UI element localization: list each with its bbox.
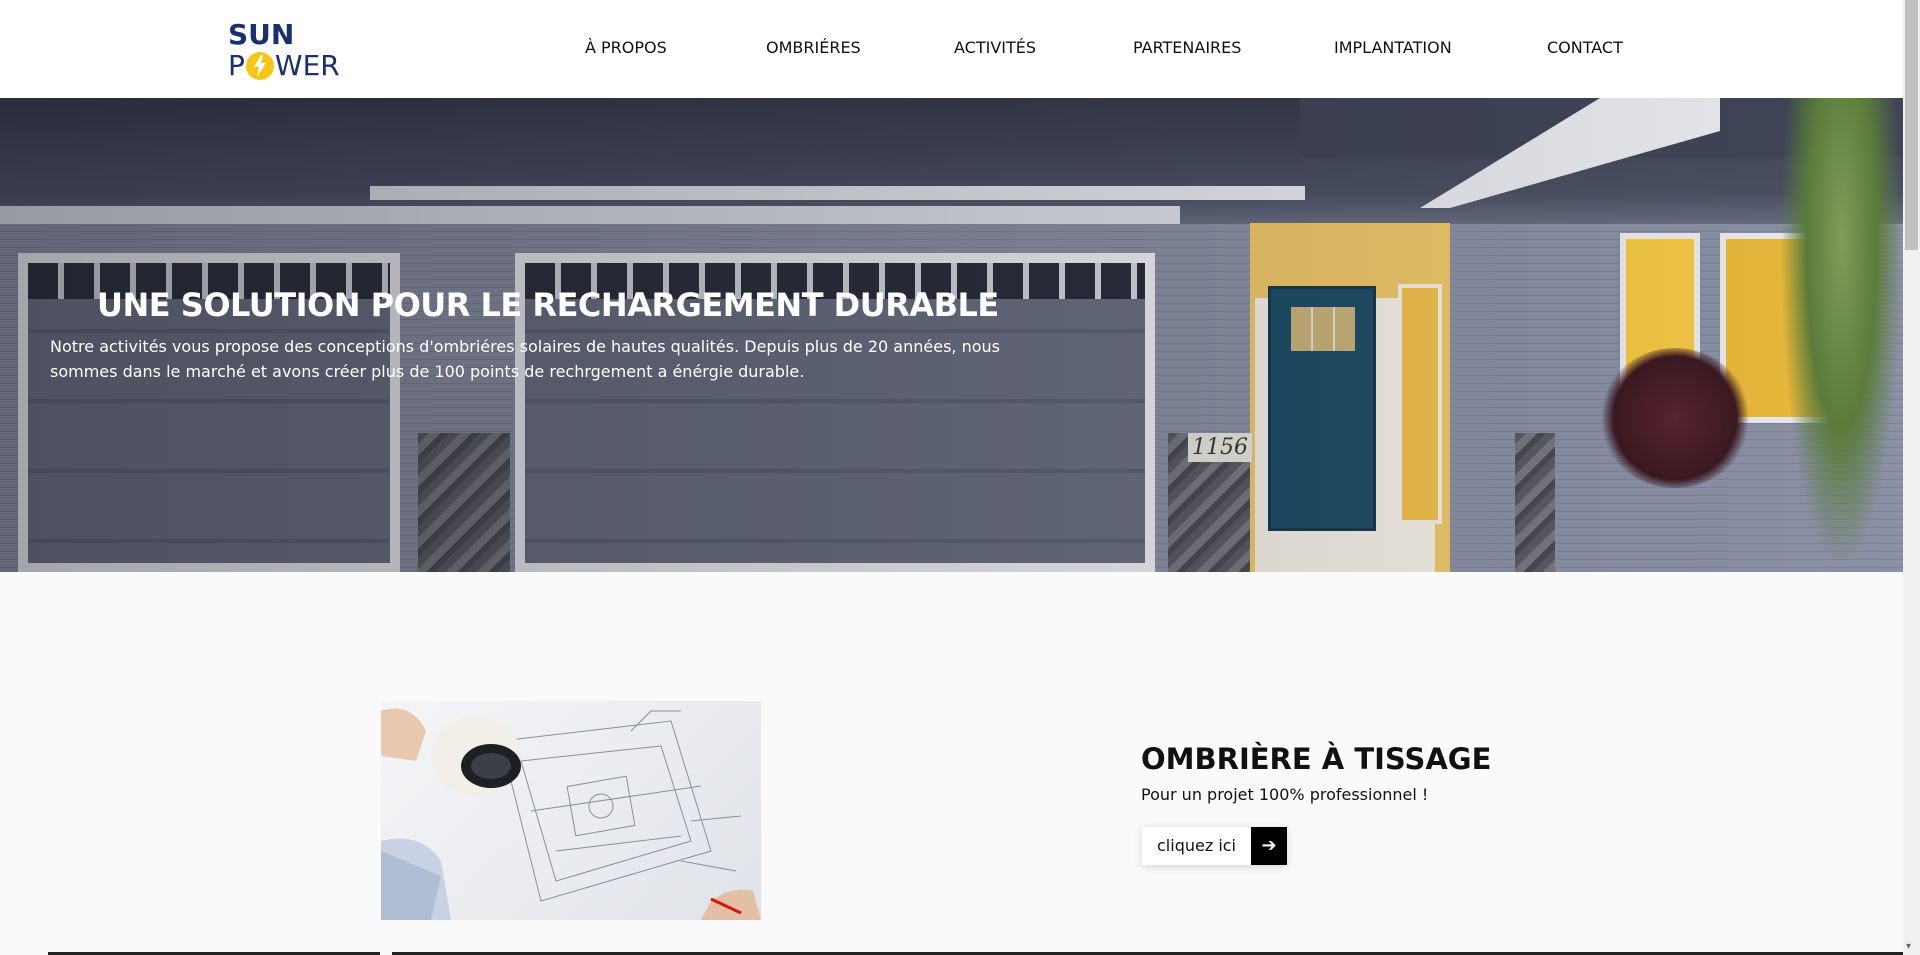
hero-description: Notre activités vous propose des concept…: [50, 337, 1000, 381]
cta-label[interactable]: cliquez ici: [1142, 827, 1251, 865]
nav-item-partenaires[interactable]: PARTENAIRES: [1133, 38, 1241, 57]
product-title: OMBRIÈRE À TISSAGE: [1141, 742, 1492, 776]
arrow-right-icon[interactable]: ➔: [1251, 827, 1287, 865]
nav-item-a-propos[interactable]: À PROPOS: [585, 38, 667, 57]
nav-item-ombrieres[interactable]: OMBRIÉRES: [766, 38, 861, 57]
nav-item-activites[interactable]: ACTIVITÉS: [954, 38, 1036, 57]
page-scrollbar[interactable]: ▾: [1903, 0, 1920, 955]
nav-item-implantation[interactable]: IMPLANTATION: [1334, 38, 1452, 57]
cliquez-ici-button[interactable]: cliquez ici ➔: [1142, 827, 1287, 865]
scrollbar-thumb[interactable]: [1905, 0, 1918, 250]
product-subtitle: Pour un projet 100% professionnel !: [1141, 785, 1429, 804]
site-header: SUN P WER À PROPOS OMBRIÉRES ACTIVITÉS P…: [0, 0, 1903, 98]
logo-letter-p: P: [228, 49, 245, 82]
logo-text-power: P WER: [228, 50, 340, 82]
hero-title: UNE SOLUTION POUR LE RECHARGEMENT DURABL…: [97, 286, 999, 324]
hero-banner: 1156 UNE SOLUTION POUR LE RECHARGEMENT D…: [0, 98, 1903, 572]
blueprint-image: [381, 701, 761, 920]
logo-text-sun: SUN: [228, 18, 295, 51]
sunpower-logo[interactable]: SUN P WER: [228, 20, 346, 82]
scroll-down-icon[interactable]: ▾: [1906, 941, 1911, 953]
lightning-bolt-icon: [245, 52, 274, 80]
logo-letters-wer: WER: [274, 49, 340, 82]
nav-item-contact[interactable]: CONTACT: [1547, 38, 1623, 57]
